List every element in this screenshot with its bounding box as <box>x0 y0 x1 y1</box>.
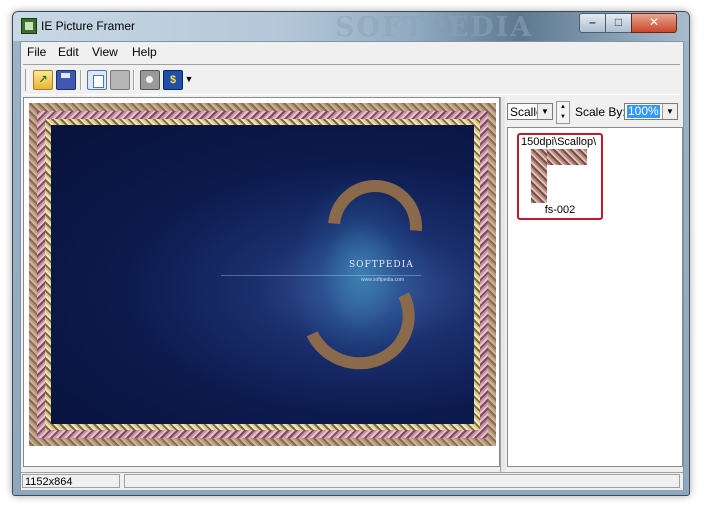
toolbar: ↗ $ ▼ <box>23 64 680 95</box>
app-icon <box>21 18 37 34</box>
copy-icon[interactable] <box>87 70 107 90</box>
menu-bar: File Edit View Help <box>21 42 683 62</box>
status-panel <box>124 474 680 488</box>
side-toolbar: Scallc ▼ ▲ ▼ Scale By: 100% ▼ <box>507 99 679 125</box>
toolbar-separator <box>80 70 82 90</box>
menu-file[interactable]: File <box>27 45 46 59</box>
pane-splitter[interactable] <box>500 97 505 476</box>
toolbar-separator <box>133 70 135 90</box>
spin-down-icon[interactable]: ▼ <box>557 112 569 122</box>
status-dimensions: 1152x864 <box>22 474 120 488</box>
menu-help[interactable]: Help <box>132 45 157 59</box>
canvas-pane[interactable]: SOFTPEDIA www.softpedia.com <box>23 97 500 467</box>
photo-brand-text: SOFTPEDIA <box>349 260 414 270</box>
close-button[interactable]: ✕ <box>631 13 677 33</box>
frame-thumbnail[interactable]: 150dpi\Scallop\ fs-002 <box>517 133 603 220</box>
minimize-button[interactable]: – <box>579 13 606 33</box>
frame-style-select[interactable]: Scallc ▼ <box>507 103 553 120</box>
camera-icon[interactable] <box>140 70 160 90</box>
frame-icon[interactable]: $ <box>163 70 183 90</box>
scale-select[interactable]: 100% ▼ <box>624 103 678 120</box>
thumbnail-image <box>531 149 587 203</box>
photo-line <box>221 275 421 276</box>
title-bar[interactable]: SOFTPEDIA IE Picture Framer – □ ✕ <box>13 12 689 43</box>
thumbnail-path: 150dpi\Scallop\ <box>521 136 597 148</box>
framed-photo: SOFTPEDIA www.softpedia.com <box>51 125 474 424</box>
photo-url-text: www.softpedia.com <box>361 277 405 283</box>
watermark: SOFTPEDIA <box>335 12 534 43</box>
save-icon[interactable] <box>56 70 76 90</box>
maximize-button[interactable]: □ <box>605 13 632 33</box>
chevron-down-icon[interactable]: ▼ <box>537 104 552 119</box>
paste-icon[interactable] <box>110 70 130 90</box>
frame-band: SOFTPEDIA www.softpedia.com <box>37 111 488 438</box>
picture-frame: SOFTPEDIA www.softpedia.com <box>29 103 496 446</box>
window-title: IE Picture Framer <box>41 19 136 33</box>
menu-view[interactable]: View <box>92 45 118 59</box>
thumbnail-name: fs-002 <box>544 204 576 216</box>
open-icon[interactable]: ↗ <box>33 70 53 90</box>
scale-label: Scale By: <box>575 105 626 119</box>
frame-band-inner: SOFTPEDIA www.softpedia.com <box>45 119 480 430</box>
dropdown-icon[interactable]: ▼ <box>184 70 194 88</box>
frame-style-spinner[interactable]: ▲ ▼ <box>556 101 570 124</box>
client-area: File Edit View Help ↗ $ ▼ SOFTPEDIA www.… <box>20 41 684 490</box>
spin-up-icon[interactable]: ▲ <box>557 102 569 112</box>
status-bar: 1152x864 <box>21 472 683 490</box>
scale-value: 100% <box>627 104 660 118</box>
app-window: SOFTPEDIA IE Picture Framer – □ ✕ File E… <box>12 11 690 496</box>
chevron-down-icon[interactable]: ▼ <box>662 104 677 119</box>
frame-thumbnail-list: 150dpi\Scallop\ fs-002 <box>507 127 683 467</box>
menu-edit[interactable]: Edit <box>58 45 79 59</box>
toolbar-grip[interactable] <box>25 69 29 91</box>
